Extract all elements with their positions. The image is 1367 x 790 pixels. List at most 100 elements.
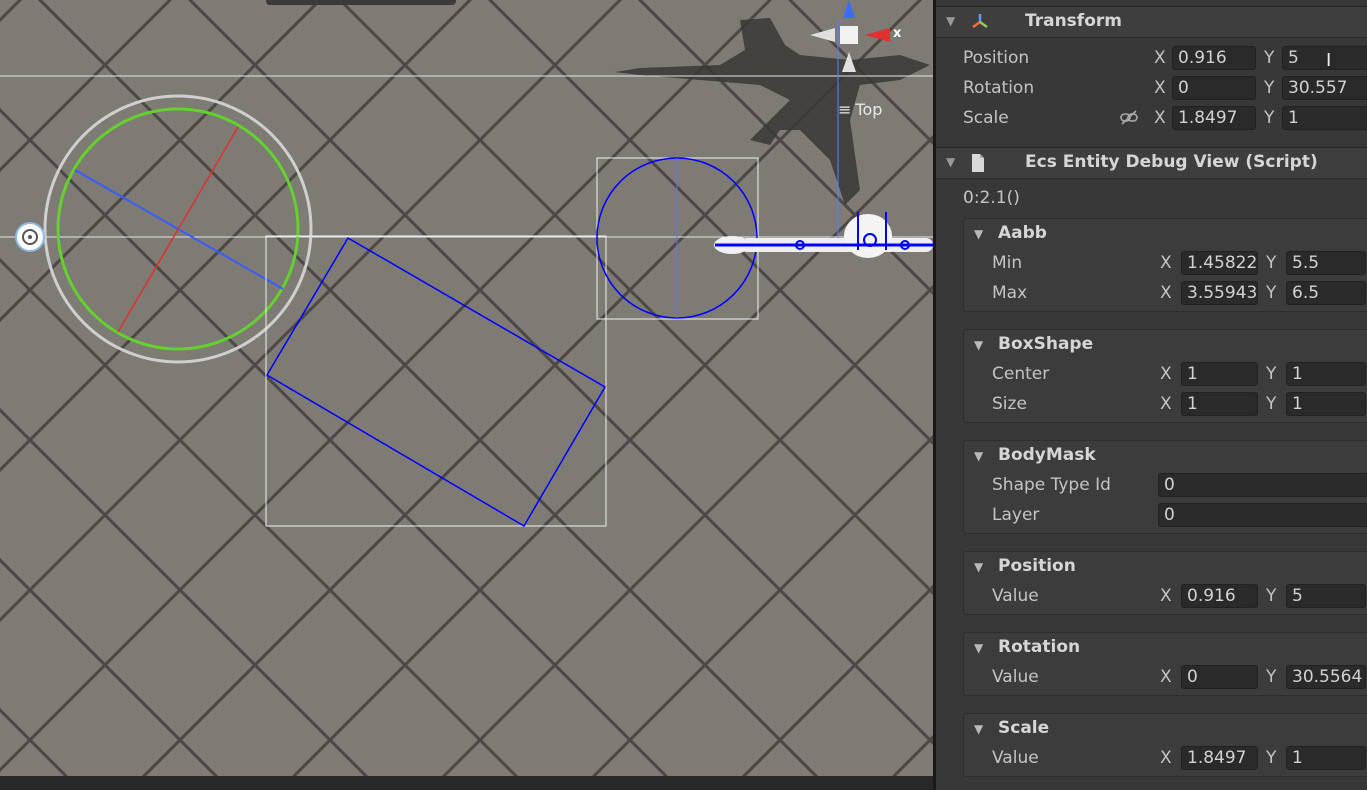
shape-type-label: Shape Type Id: [992, 475, 1111, 495]
scale-value-label: Value: [992, 748, 1039, 768]
scale-x-field[interactable]: 1.8497: [1181, 746, 1258, 770]
scale-section: ▼ Scale Value X 1.8497 Y 1: [963, 713, 1367, 777]
y-label[interactable]: Y: [1266, 586, 1276, 606]
foldout-arrow-icon[interactable]: ▼: [974, 338, 983, 352]
boxshape-center-x-field[interactable]: 1: [1181, 362, 1258, 386]
debug-view-header[interactable]: ▼ Ecs Entity Debug View (Script): [936, 147, 1367, 179]
bodymask-header[interactable]: ▼ BodyMask: [964, 441, 1367, 471]
transform-rotation-x-field[interactable]: 0: [1172, 76, 1256, 100]
y-label[interactable]: Y: [1266, 667, 1276, 687]
rotation-x-field[interactable]: 0: [1181, 665, 1258, 689]
x-label[interactable]: X: [1154, 78, 1166, 98]
foldout-arrow-icon[interactable]: ▼: [946, 14, 955, 28]
position-title: Position: [998, 556, 1076, 576]
boxshape-center-label: Center: [992, 364, 1050, 384]
x-label[interactable]: X: [1160, 667, 1172, 687]
scale-y-field[interactable]: 1: [1286, 746, 1366, 770]
y-label[interactable]: Y: [1266, 748, 1276, 768]
layer-field[interactable]: 0: [1158, 503, 1367, 527]
y-label[interactable]: Y: [1266, 283, 1276, 303]
transform-scale-x-field[interactable]: 1.8497: [1172, 106, 1256, 130]
scale-value-row: Value X 1.8497 Y 1: [964, 745, 1367, 773]
aabb-min-y-field[interactable]: 5.5: [1286, 251, 1366, 275]
text-cursor-icon: I: [1326, 50, 1332, 71]
menu-icon: ≡: [838, 100, 852, 119]
x-label[interactable]: X: [1160, 253, 1172, 273]
bodymask-title: BodyMask: [998, 445, 1096, 465]
transform-scale-y-field[interactable]: 1: [1282, 106, 1367, 130]
transform-scale-row: Scale X 1.8497 Y 1: [936, 105, 1367, 133]
position-value-row: Value X 0.916 Y 5: [964, 583, 1367, 611]
boxshape-header[interactable]: ▼ BoxShape: [964, 330, 1367, 360]
x-label[interactable]: X: [1160, 364, 1172, 384]
transform-rotation-row: Rotation X 0 Y 30.557: [936, 75, 1367, 103]
aabb-min-x-field[interactable]: 1.45822: [1181, 251, 1258, 275]
scene-toolbar-stub[interactable]: [266, 0, 456, 5]
boxshape-title: BoxShape: [998, 334, 1094, 354]
rotation-header[interactable]: ▼ Rotation: [964, 633, 1367, 663]
x-label[interactable]: X: [1160, 586, 1172, 606]
y-label[interactable]: Y: [1266, 394, 1276, 414]
boxshape-size-x-field[interactable]: 1: [1181, 392, 1258, 416]
boxshape-section: ▼ BoxShape Center X 1 Y 1 Size X 1 Y 1: [963, 329, 1367, 423]
transform-scale-label: Scale: [963, 108, 1009, 128]
view-mode-label[interactable]: ≡ Top: [838, 100, 882, 119]
position-header[interactable]: ▼ Position: [964, 552, 1367, 582]
foldout-arrow-icon[interactable]: ▼: [974, 227, 983, 241]
foldout-arrow-icon[interactable]: ▼: [974, 449, 983, 463]
camera-gizmo-icon[interactable]: [15, 222, 45, 252]
boxshape-center-row: Center X 1 Y 1: [964, 361, 1367, 389]
aabb-max-y-field[interactable]: 6.5: [1286, 281, 1366, 305]
transform-icon: [970, 12, 990, 37]
x-label[interactable]: X: [1160, 394, 1172, 414]
y-label[interactable]: Y: [1266, 364, 1276, 384]
view-mode-text: Top: [855, 100, 883, 119]
scene-canvas[interactable]: [0, 0, 933, 790]
position-y-field[interactable]: 5: [1286, 584, 1366, 608]
foldout-arrow-icon[interactable]: ▼: [946, 155, 955, 169]
transform-position-y-field[interactable]: 5: [1282, 46, 1367, 70]
position-x-field[interactable]: 0.916: [1181, 584, 1258, 608]
foldout-arrow-icon[interactable]: ▼: [974, 641, 983, 655]
aabb-section: ▼ Aabb Min X 1.45822 Y 5.5 Max X 3.55943…: [963, 218, 1367, 312]
link-scale-icon[interactable]: [1119, 109, 1139, 132]
foldout-arrow-icon[interactable]: ▼: [974, 560, 983, 574]
aabb-max-label: Max: [992, 283, 1028, 303]
entity-id-text: 0:2.1(): [963, 188, 1020, 208]
bodymask-section: ▼ BodyMask Shape Type Id 0 Layer 0: [963, 440, 1367, 534]
x-label[interactable]: X: [1154, 108, 1166, 128]
aabb-title: Aabb: [998, 223, 1047, 243]
bodymask-shape-type-row: Shape Type Id 0: [964, 472, 1367, 500]
y-label[interactable]: Y: [1266, 253, 1276, 273]
foldout-arrow-icon[interactable]: ▼: [974, 722, 983, 736]
position-section: ▼ Position Value X 0.916 Y 5: [963, 551, 1367, 615]
scale-header[interactable]: ▼ Scale: [964, 714, 1367, 744]
transform-rotation-y-field[interactable]: 30.557: [1282, 76, 1367, 100]
inspector-panel: ▼ Transform Position X 0.916 Y 5 Rotatio…: [936, 0, 1367, 790]
boxshape-size-y-field[interactable]: 1: [1286, 392, 1366, 416]
boxshape-center-y-field[interactable]: 1: [1286, 362, 1366, 386]
rotation-value-label: Value: [992, 667, 1039, 687]
transform-rotation-label: Rotation: [963, 78, 1035, 98]
aabb-min-label: Min: [992, 253, 1023, 273]
x-label[interactable]: X: [1160, 748, 1172, 768]
boxshape-size-label: Size: [992, 394, 1027, 414]
y-label[interactable]: Y: [1264, 48, 1274, 68]
layer-label: Layer: [992, 505, 1040, 525]
y-label[interactable]: Y: [1264, 108, 1274, 128]
transform-title: Transform: [1025, 11, 1122, 31]
aabb-max-x-field[interactable]: 3.55943: [1181, 281, 1258, 305]
rotation-value-row: Value X 0 Y 30.5564: [964, 664, 1367, 692]
rotation-y-field[interactable]: 30.5564: [1286, 665, 1366, 689]
x-label[interactable]: X: [1160, 283, 1172, 303]
position-value-label: Value: [992, 586, 1039, 606]
transform-header[interactable]: ▼ Transform: [936, 6, 1367, 38]
aabb-header[interactable]: ▼ Aabb: [964, 219, 1367, 249]
transform-position-x-field[interactable]: 0.916: [1172, 46, 1256, 70]
shape-type-field[interactable]: 0: [1158, 473, 1367, 497]
scene-view[interactable]: x ≡ Top: [0, 0, 933, 790]
gizmo-axis-x-label: x: [893, 26, 902, 41]
y-label[interactable]: Y: [1264, 78, 1274, 98]
aabb-min-row: Min X 1.45822 Y 5.5: [964, 250, 1367, 278]
x-label[interactable]: X: [1154, 48, 1166, 68]
